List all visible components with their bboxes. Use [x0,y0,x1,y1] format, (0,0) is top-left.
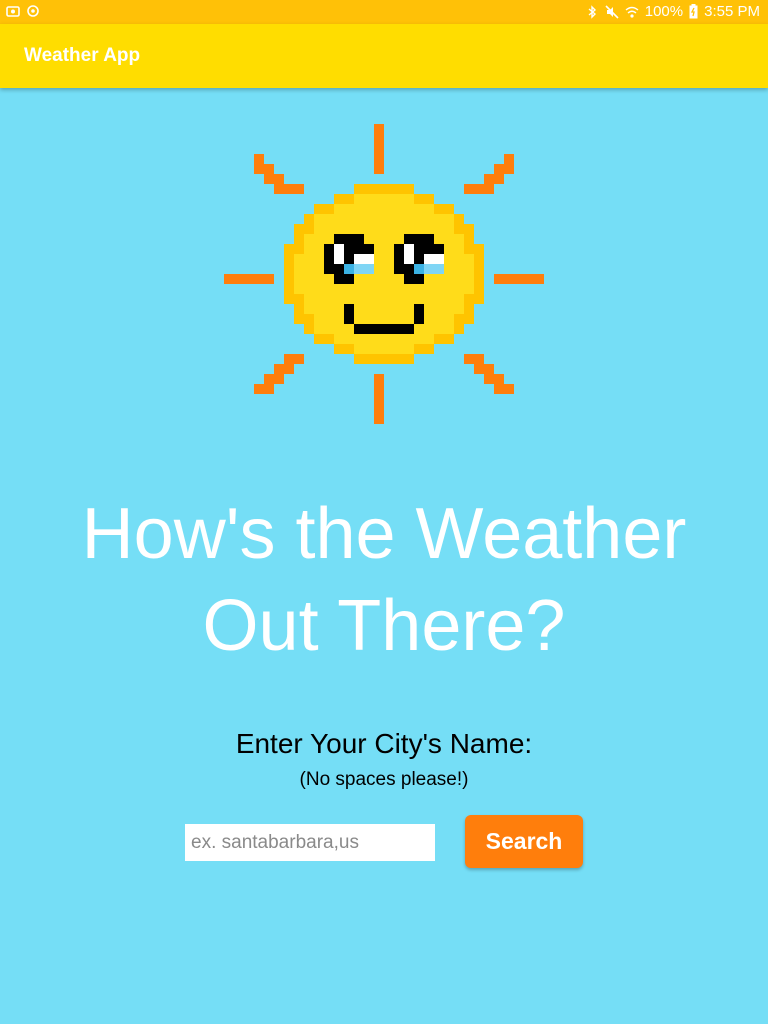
headline: How's the Weather Out There? [0,488,768,672]
city-input[interactable] [185,824,435,861]
app-title: Weather App [24,45,141,66]
search-button[interactable]: Search [465,815,583,868]
bluetooth-icon [588,4,596,19]
battery-icon [689,4,698,19]
headline-line-2: Out There? [202,586,566,666]
battery-percent: 100% [644,3,684,20]
status-bar: 100% 3:55 PM [0,0,768,24]
headline-line-1: How's the Weather [81,494,687,574]
clock: 3:55 PM [704,3,760,20]
city-hint-label: (No spaces please!) [299,769,469,790]
sync-icon [27,5,39,17]
mute-icon [605,4,619,19]
city-prompt-label: Enter Your City's Name: [235,728,533,759]
screenshot-icon [6,6,20,17]
sun-body [284,184,484,364]
wifi-icon [625,6,639,18]
smiling-sun-icon [224,124,544,424]
app-bar: Weather App [0,24,768,88]
